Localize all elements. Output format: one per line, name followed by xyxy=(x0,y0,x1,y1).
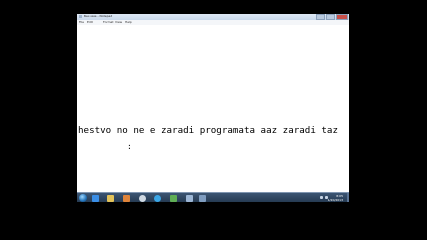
window-title: Без име - Notepad xyxy=(84,14,113,18)
window-taskbar-icon[interactable] xyxy=(199,194,206,202)
editor-text-line: hestvo no ne e zaradi programata aaz zar… xyxy=(78,125,338,136)
editor-text-line-2: : xyxy=(127,142,132,151)
media-player-icon[interactable] xyxy=(123,194,130,202)
chrome-icon[interactable] xyxy=(139,194,146,202)
skype-icon[interactable] xyxy=(154,194,161,202)
window-controls xyxy=(316,14,348,20)
text-editor[interactable]: hestvo no ne e zaradi programata aaz zar… xyxy=(77,25,349,192)
screen-bezel xyxy=(77,202,349,227)
notepad-taskbar-icon[interactable] xyxy=(186,194,193,202)
screen: Без име - Notepad File Edit Format View … xyxy=(77,14,349,227)
network-icon[interactable] xyxy=(320,196,323,199)
clock[interactable]: 8:05 1/20/2013 xyxy=(328,194,343,202)
app-icon[interactable] xyxy=(170,194,177,202)
ie-icon[interactable] xyxy=(92,194,99,202)
start-button[interactable] xyxy=(79,194,87,202)
notepad-icon xyxy=(79,15,82,18)
explorer-icon[interactable] xyxy=(107,194,114,202)
